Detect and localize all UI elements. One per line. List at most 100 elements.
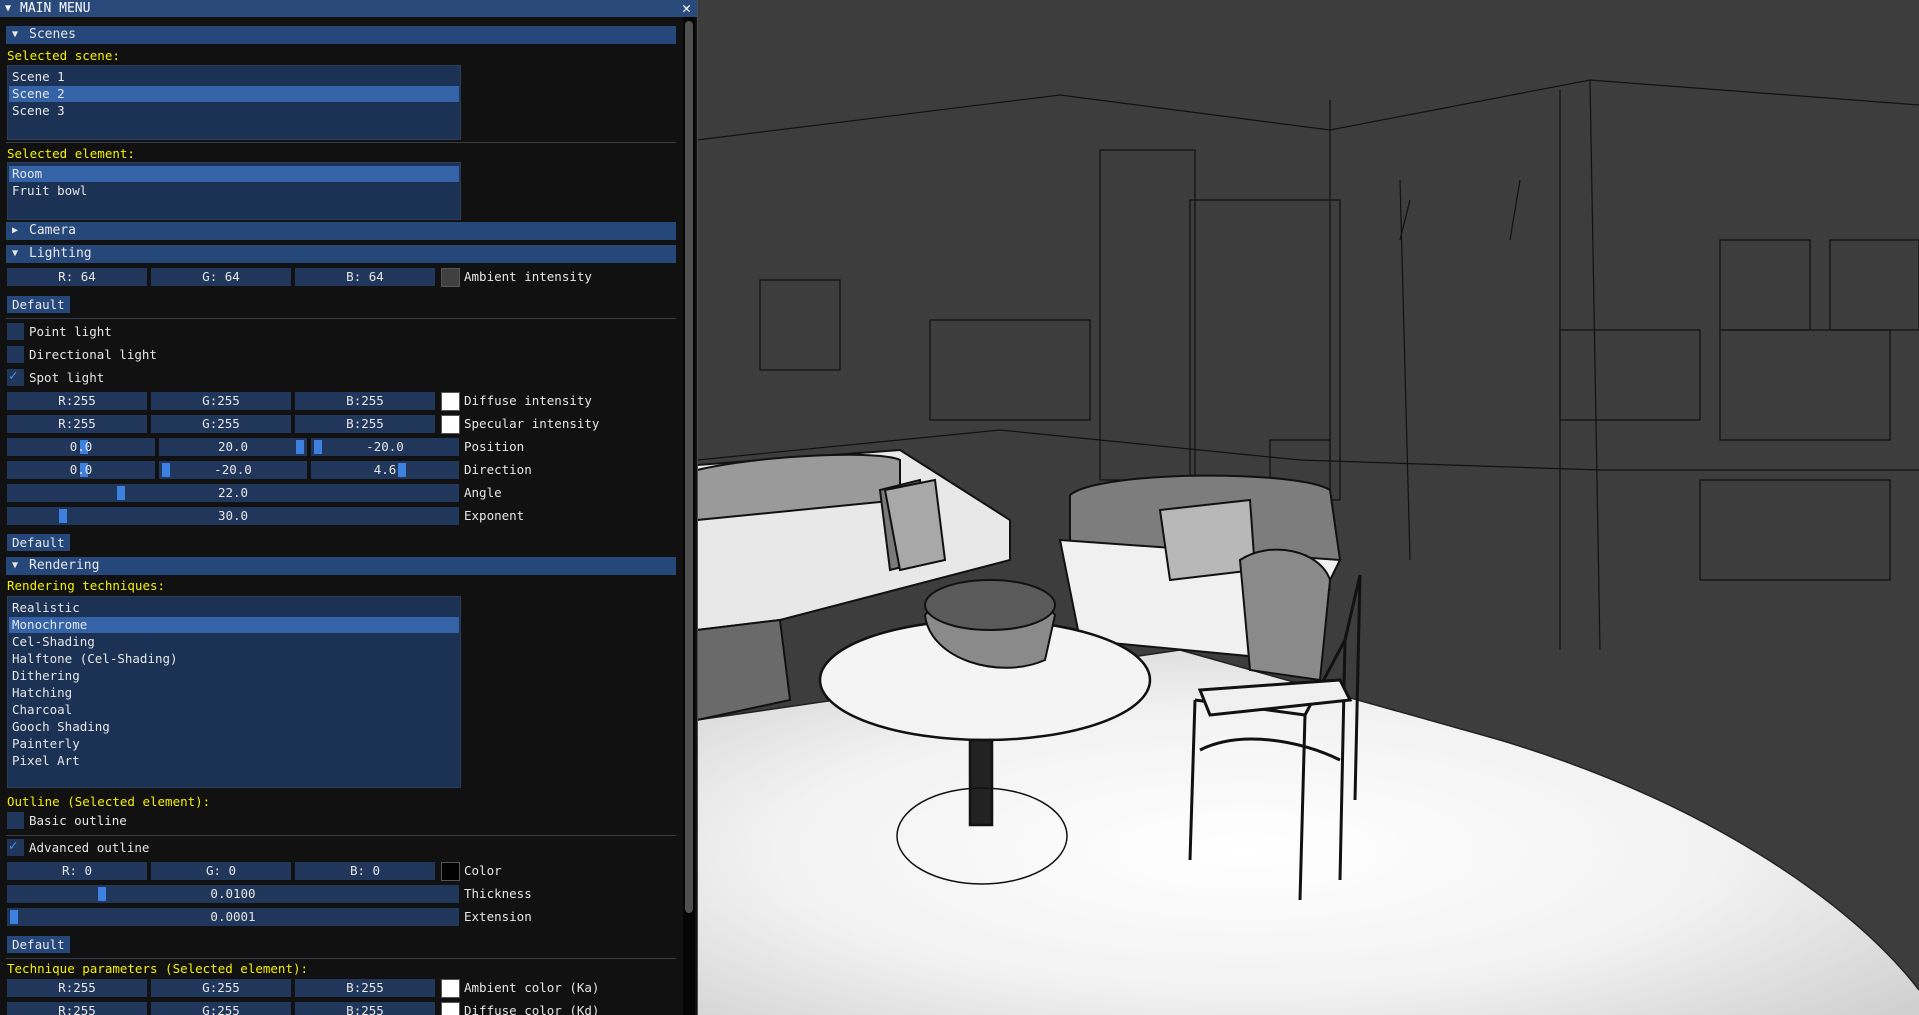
outline-default-button[interactable]: Default [7,936,70,953]
exponent-slider[interactable]: 30.0 [7,507,459,525]
spot-light-label: Spot light [29,370,105,385]
header-camera[interactable]: ▶ Camera [6,222,676,240]
ambient-r-field[interactable]: R: 64 [7,268,147,286]
header-rendering[interactable]: ▼ Rendering [6,557,676,575]
main-menu-window[interactable]: ▼ MAIN MENU ✕ ▼ Scenes Selected scene: S… [0,0,698,1015]
technique-item[interactable]: Gooch Shading [9,719,459,735]
extension-label: Extension [464,909,532,924]
header-lighting[interactable]: ▼ Lighting [6,245,676,263]
kd-label: Diffuse color (Kd) [464,1003,600,1015]
ambient-g-field[interactable]: G: 64 [151,268,291,286]
element-item-selected[interactable]: Room [9,166,459,182]
slider-value: 22.0 [217,485,249,500]
advanced-outline-label: Advanced outline [29,840,150,855]
technique-item[interactable]: Pixel Art [9,753,459,769]
outline-r-field[interactable]: R: 0 [7,862,147,880]
expanded-arrow-icon: ▼ [12,29,19,40]
header-label: Rendering [29,558,100,573]
ka-g-field[interactable]: G:255 [151,979,291,997]
basic-outline-checkbox[interactable] [7,812,24,829]
selected-scene-label: Selected scene: [7,48,120,63]
vertical-scrollbar[interactable] [683,17,695,1015]
ka-b-field[interactable]: B:255 [295,979,435,997]
specular-intensity-label: Specular intensity [464,416,600,431]
diffuse-r-field[interactable]: R:255 [7,392,147,410]
slider-value: -20.0 [214,462,252,477]
diffuse-b-field[interactable]: B:255 [295,392,435,410]
ambient-intensity-label: Ambient intensity [464,269,592,284]
window-titlebar[interactable]: ▼ MAIN MENU ✕ [0,0,697,17]
technique-listbox[interactable]: Realistic Monochrome Cel-Shading Halfton… [7,596,461,788]
technique-item[interactable]: Hatching [9,685,459,701]
technique-item-selected[interactable]: Monochrome [9,617,459,633]
element-listbox[interactable]: Room Fruit bowl [7,162,461,220]
kd-r-field[interactable]: R:255 [7,1002,147,1015]
slider-grab[interactable] [398,463,406,477]
spot-light-checkbox[interactable]: ✓ [7,368,24,386]
slider-grab[interactable] [59,509,67,523]
point-light-checkbox[interactable] [7,323,24,340]
slider-grab[interactable] [98,887,106,901]
thickness-slider[interactable]: 0.0100 [7,885,459,903]
slider-grab[interactable] [296,440,304,454]
scene-item[interactable]: Scene 3 [9,103,459,119]
scene-listbox[interactable]: Scene 1 Scene 2 Scene 3 [7,65,461,140]
extension-slider[interactable]: 0.0001 [7,908,459,926]
rendering-techniques-label: Rendering techniques: [7,578,166,593]
separator [6,835,676,836]
header-label: Camera [29,223,76,238]
kd-g-field[interactable]: G:255 [151,1002,291,1015]
diffuse-color-swatch[interactable] [441,392,460,411]
separator [6,142,676,143]
slider-value: 0.0100 [210,886,256,901]
specular-color-swatch[interactable] [441,415,460,434]
checkmark-icon: ✓ [9,368,18,384]
header-label: Lighting [29,246,92,261]
direction-z-slider[interactable]: 4.6 [311,461,459,479]
technique-item[interactable]: Realistic [9,600,459,616]
slider-grab[interactable] [314,440,322,454]
scene-item[interactable]: Scene 1 [9,69,459,85]
kd-b-field[interactable]: B:255 [295,1002,435,1015]
specular-r-field[interactable]: R:255 [7,415,147,433]
position-z-slider[interactable]: -20.0 [311,438,459,456]
ambient-b-field[interactable]: B: 64 [295,268,435,286]
position-x-slider[interactable]: 0.0 [7,438,155,456]
direction-y-slider[interactable]: -20.0 [159,461,307,479]
scene-item-selected[interactable]: Scene 2 [9,86,459,102]
technique-item[interactable]: Dithering [9,668,459,684]
collapse-arrow-icon[interactable]: ▼ [5,0,11,17]
technique-item[interactable]: Charcoal [9,702,459,718]
ka-label: Ambient color (Ka) [464,980,600,995]
lighting-default-button[interactable]: Default [7,296,70,313]
scrollbar-thumb[interactable] [685,21,693,913]
diffuse-g-field[interactable]: G:255 [151,392,291,410]
slider-grab[interactable] [162,463,170,477]
ambient-color-swatch[interactable] [441,268,460,287]
specular-b-field[interactable]: B:255 [295,415,435,433]
outline-g-field[interactable]: G: 0 [151,862,291,880]
ka-color-swatch[interactable] [441,979,460,998]
technique-item[interactable]: Cel-Shading [9,634,459,650]
outline-b-field[interactable]: B: 0 [295,862,435,880]
exponent-label: Exponent [464,508,525,523]
slider-value: 20.0 [217,439,249,454]
advanced-outline-checkbox[interactable]: ✓ [7,838,24,856]
angle-slider[interactable]: 22.0 [7,484,459,502]
spotlight-default-button[interactable]: Default [7,534,70,551]
outline-color-swatch[interactable] [441,862,460,881]
close-icon[interactable]: ✕ [682,0,691,16]
ka-r-field[interactable]: R:255 [7,979,147,997]
slider-grab[interactable] [117,486,125,500]
header-scenes[interactable]: ▼ Scenes [6,26,676,44]
direction-x-slider[interactable]: 0.0 [7,461,155,479]
technique-item[interactable]: Painterly [9,736,459,752]
directional-light-checkbox[interactable] [7,346,24,363]
slider-grab[interactable] [10,910,18,924]
element-item[interactable]: Fruit bowl [9,183,459,199]
position-y-slider[interactable]: 20.0 [159,438,307,456]
specular-g-field[interactable]: G:255 [151,415,291,433]
separator [6,318,676,319]
kd-color-swatch[interactable] [441,1002,460,1015]
technique-item[interactable]: Halftone (Cel-Shading) [9,651,459,667]
